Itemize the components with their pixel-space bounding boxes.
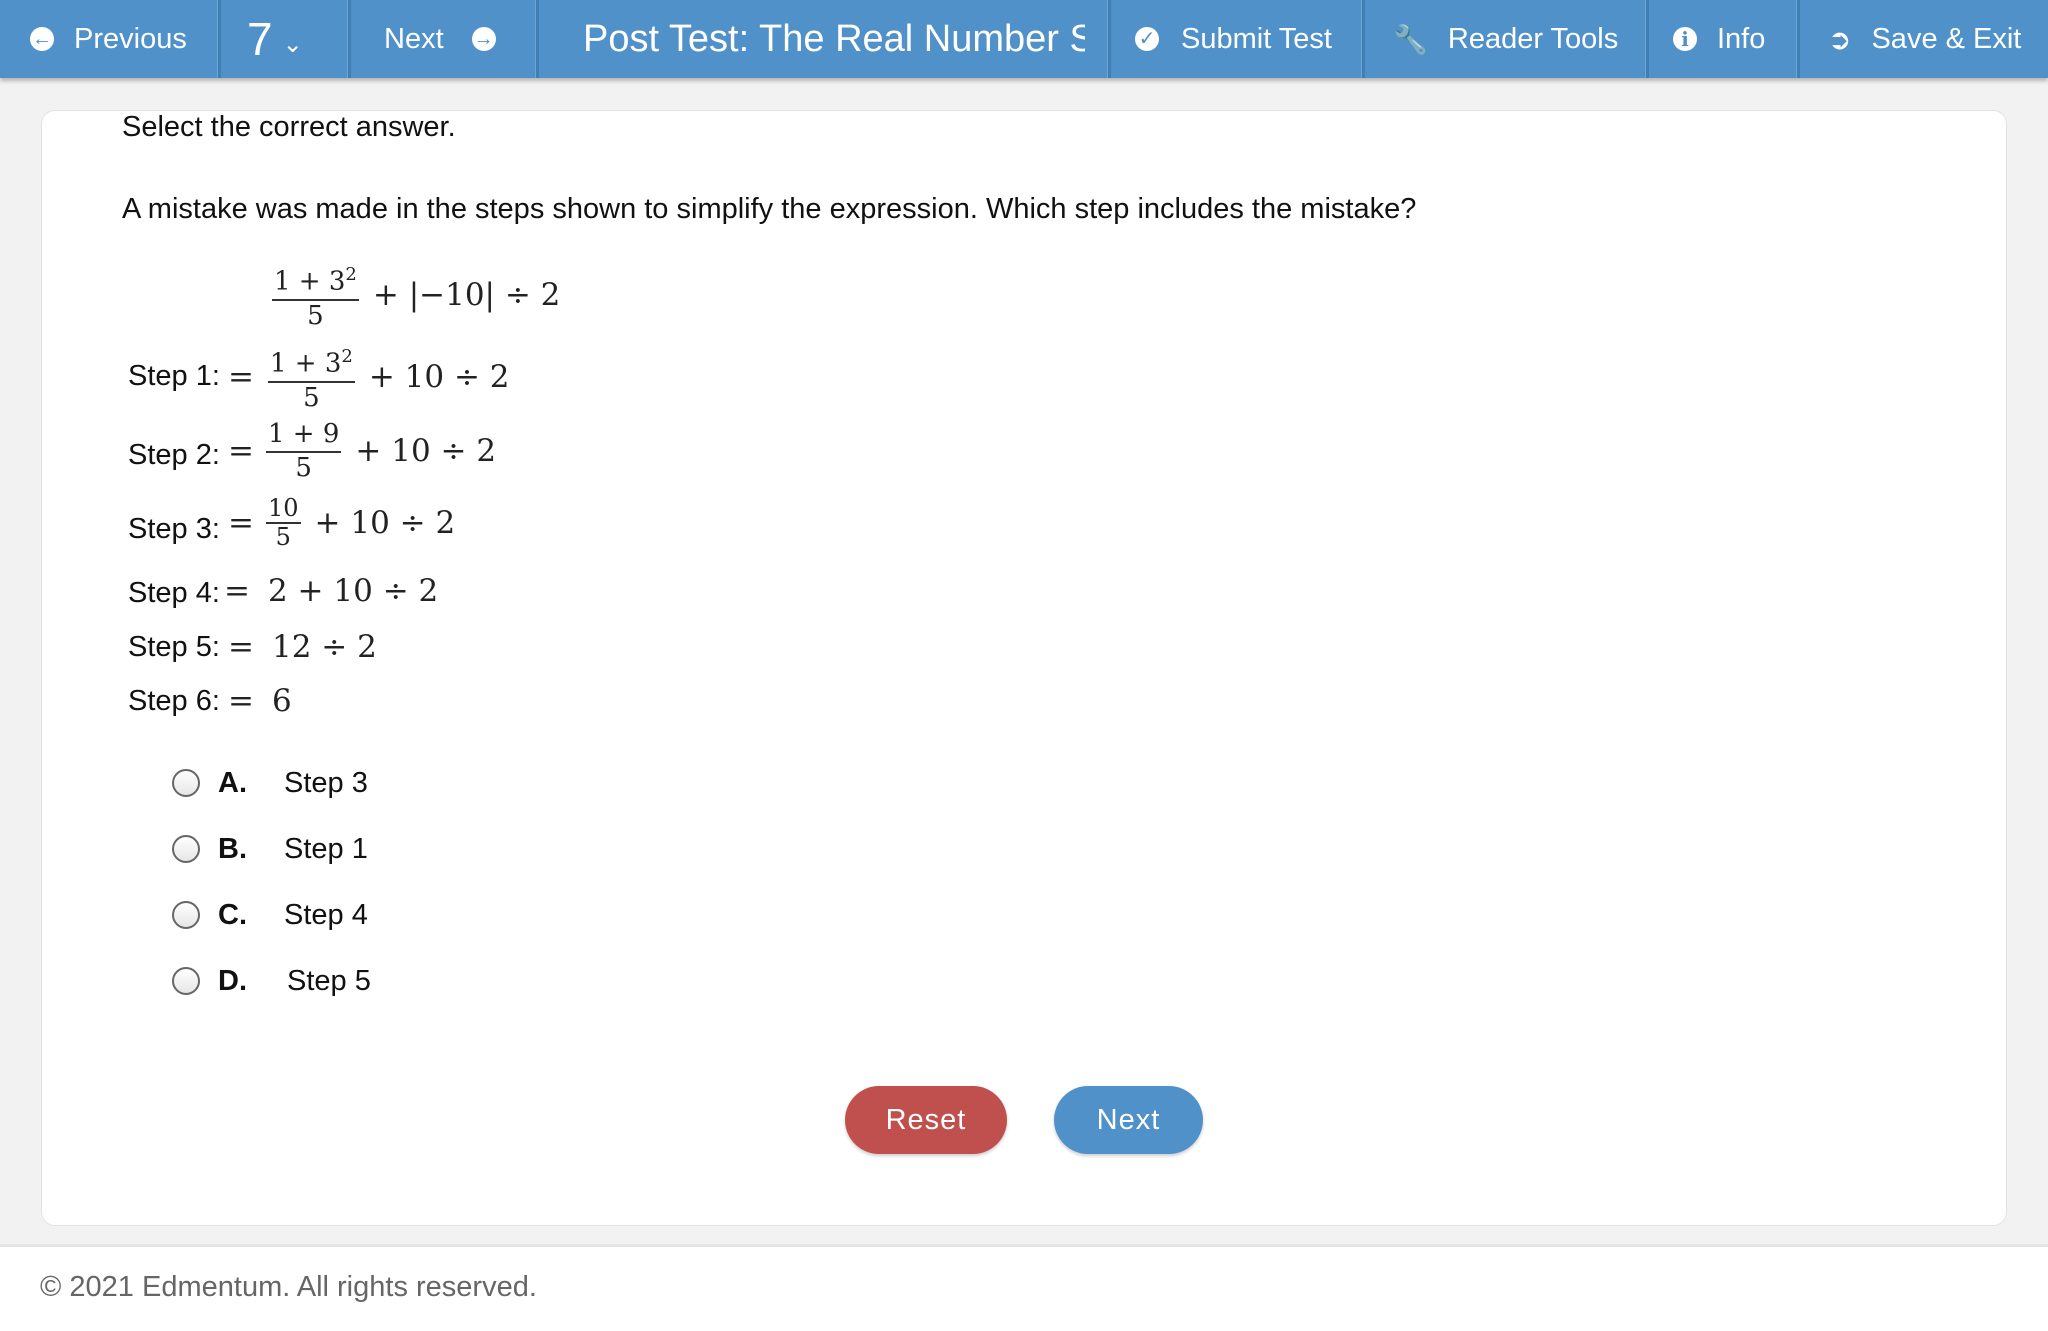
question-number-dropdown[interactable]: 7 ⌄ bbox=[221, 0, 347, 78]
expression-rest: + |−10| ÷ 2 bbox=[372, 276, 561, 313]
save-exit-button[interactable]: ➲ Save & Exit bbox=[1800, 0, 2048, 78]
save-exit-label: Save & Exit bbox=[1871, 22, 2022, 55]
answer-option-c[interactable]: C. Step 4 bbox=[172, 895, 368, 935]
fraction-denominator: 5 bbox=[295, 453, 312, 483]
step-rest: 12 ÷ 2 bbox=[271, 629, 377, 665]
option-text: Step 3 bbox=[284, 766, 368, 799]
step-label: Step 4: bbox=[128, 577, 220, 609]
original-expression: 1 + 32 5 + |−10| ÷ 2 bbox=[268, 259, 560, 331]
fraction-numerator: 1 + 3 bbox=[269, 348, 342, 379]
step-label: Step 6: bbox=[128, 685, 220, 717]
submit-test-button[interactable]: ✓ Submit Test bbox=[1111, 0, 1361, 78]
sign-out-icon: ➲ bbox=[1828, 23, 1852, 55]
next-nav-button[interactable]: Next → bbox=[351, 0, 535, 78]
option-letter: C. bbox=[218, 898, 247, 931]
fraction-numerator: 1 + 9 bbox=[265, 418, 342, 453]
equals-sign: = bbox=[228, 432, 254, 469]
arrow-left-icon: ← bbox=[30, 27, 54, 51]
step-6-expression: = 6 bbox=[228, 681, 292, 721]
equals-sign: = bbox=[228, 683, 254, 719]
option-text: Step 4 bbox=[284, 898, 368, 931]
equals-sign: = bbox=[228, 504, 254, 541]
previous-button[interactable]: ← Previous bbox=[0, 0, 217, 78]
reader-tools-button[interactable]: 🔧 Reader Tools bbox=[1365, 0, 1645, 78]
step-4-expression: = 2 + 10 ÷ 2 bbox=[224, 571, 438, 611]
next-button[interactable]: Next bbox=[1054, 1086, 1203, 1154]
test-title: Post Test: The Real Number System bbox=[583, 0, 1085, 78]
chevron-down-icon: ⌄ bbox=[282, 30, 303, 58]
step-label: Step 5: bbox=[128, 631, 220, 663]
fraction-numerator: 1 + 3 bbox=[274, 266, 346, 297]
instruction-text: Select the correct answer. bbox=[122, 111, 456, 143]
step-rest: 6 bbox=[271, 683, 292, 719]
step-rest: + 10 ÷ 2 bbox=[314, 504, 456, 541]
radio-button[interactable] bbox=[172, 967, 200, 995]
option-letter: A. bbox=[218, 766, 247, 799]
option-text: Step 1 bbox=[284, 832, 368, 865]
step-label: Step 3: bbox=[128, 513, 220, 545]
equals-sign: = bbox=[228, 629, 254, 665]
expression-fraction: 1 + 32 5 bbox=[272, 259, 359, 331]
reader-tools-label: Reader Tools bbox=[1447, 22, 1619, 55]
exponent: 2 bbox=[345, 264, 357, 285]
option-text: Step 5 bbox=[287, 964, 371, 997]
submit-label: Submit Test bbox=[1181, 22, 1332, 55]
fraction-denominator: 5 bbox=[307, 300, 324, 331]
answer-option-d[interactable]: D. Step 5 bbox=[172, 961, 371, 1001]
step-5-expression: = 12 ÷ 2 bbox=[228, 627, 377, 667]
test-title-text: Post Test: The Real Number System bbox=[583, 17, 1085, 60]
step-rest: + 10 ÷ 2 bbox=[355, 432, 497, 469]
radio-button[interactable] bbox=[172, 901, 200, 929]
reset-button[interactable]: Reset bbox=[845, 1086, 1007, 1154]
copyright-text: © 2021 Edmentum. All rights reserved. bbox=[40, 1271, 537, 1303]
top-navigation-bar: ← Previous 7 ⌄ Next → Post Test: The Rea… bbox=[0, 0, 2048, 78]
radio-button[interactable] bbox=[172, 769, 200, 797]
info-button[interactable]: i Info bbox=[1649, 0, 1796, 78]
nav-divider bbox=[535, 0, 539, 78]
check-circle-icon: ✓ bbox=[1135, 27, 1159, 51]
answer-option-b[interactable]: B. Step 1 bbox=[172, 829, 368, 869]
step-rest: + 10 ÷ 2 bbox=[368, 358, 510, 395]
arrow-right-icon: → bbox=[471, 27, 496, 51]
equals-sign: = bbox=[228, 358, 254, 395]
previous-label: Previous bbox=[74, 22, 187, 55]
question-prompt: A mistake was made in the steps shown to… bbox=[122, 193, 1417, 225]
footer: © 2021 Edmentum. All rights reserved. bbox=[0, 1244, 2048, 1331]
question-card: Select the correct answer. A mistake was… bbox=[41, 110, 2007, 1226]
exponent: 2 bbox=[341, 346, 353, 367]
step-fraction: 1 + 32 5 bbox=[267, 341, 355, 413]
step-fraction: 1 + 9 5 bbox=[265, 418, 342, 483]
info-label: Info bbox=[1717, 22, 1766, 55]
step-fraction: 10 5 bbox=[265, 494, 301, 551]
option-letter: D. bbox=[218, 964, 247, 997]
step-rest: 2 + 10 ÷ 2 bbox=[267, 573, 439, 609]
step-label: Step 1: bbox=[128, 360, 220, 392]
answer-option-a[interactable]: A. Step 3 bbox=[172, 763, 368, 803]
step-label: Step 2: bbox=[128, 439, 220, 471]
fraction-denominator: 5 bbox=[303, 382, 320, 413]
radio-button[interactable] bbox=[172, 835, 200, 863]
next-label: Next bbox=[384, 22, 444, 55]
option-letter: B. bbox=[218, 832, 247, 865]
step-1-expression: = 1 + 32 5 + 10 ÷ 2 bbox=[228, 341, 510, 413]
question-number: 7 bbox=[247, 13, 273, 65]
step-3-expression: = 10 5 + 10 ÷ 2 bbox=[228, 495, 455, 550]
step-2-expression: = 1 + 9 5 + 10 ÷ 2 bbox=[228, 418, 496, 483]
equals-sign: = bbox=[224, 573, 250, 609]
fraction-numerator: 10 bbox=[265, 494, 301, 524]
fraction-denominator: 5 bbox=[275, 523, 291, 551]
info-icon: i bbox=[1673, 27, 1697, 51]
wrench-icon: 🔧 bbox=[1393, 23, 1428, 55]
